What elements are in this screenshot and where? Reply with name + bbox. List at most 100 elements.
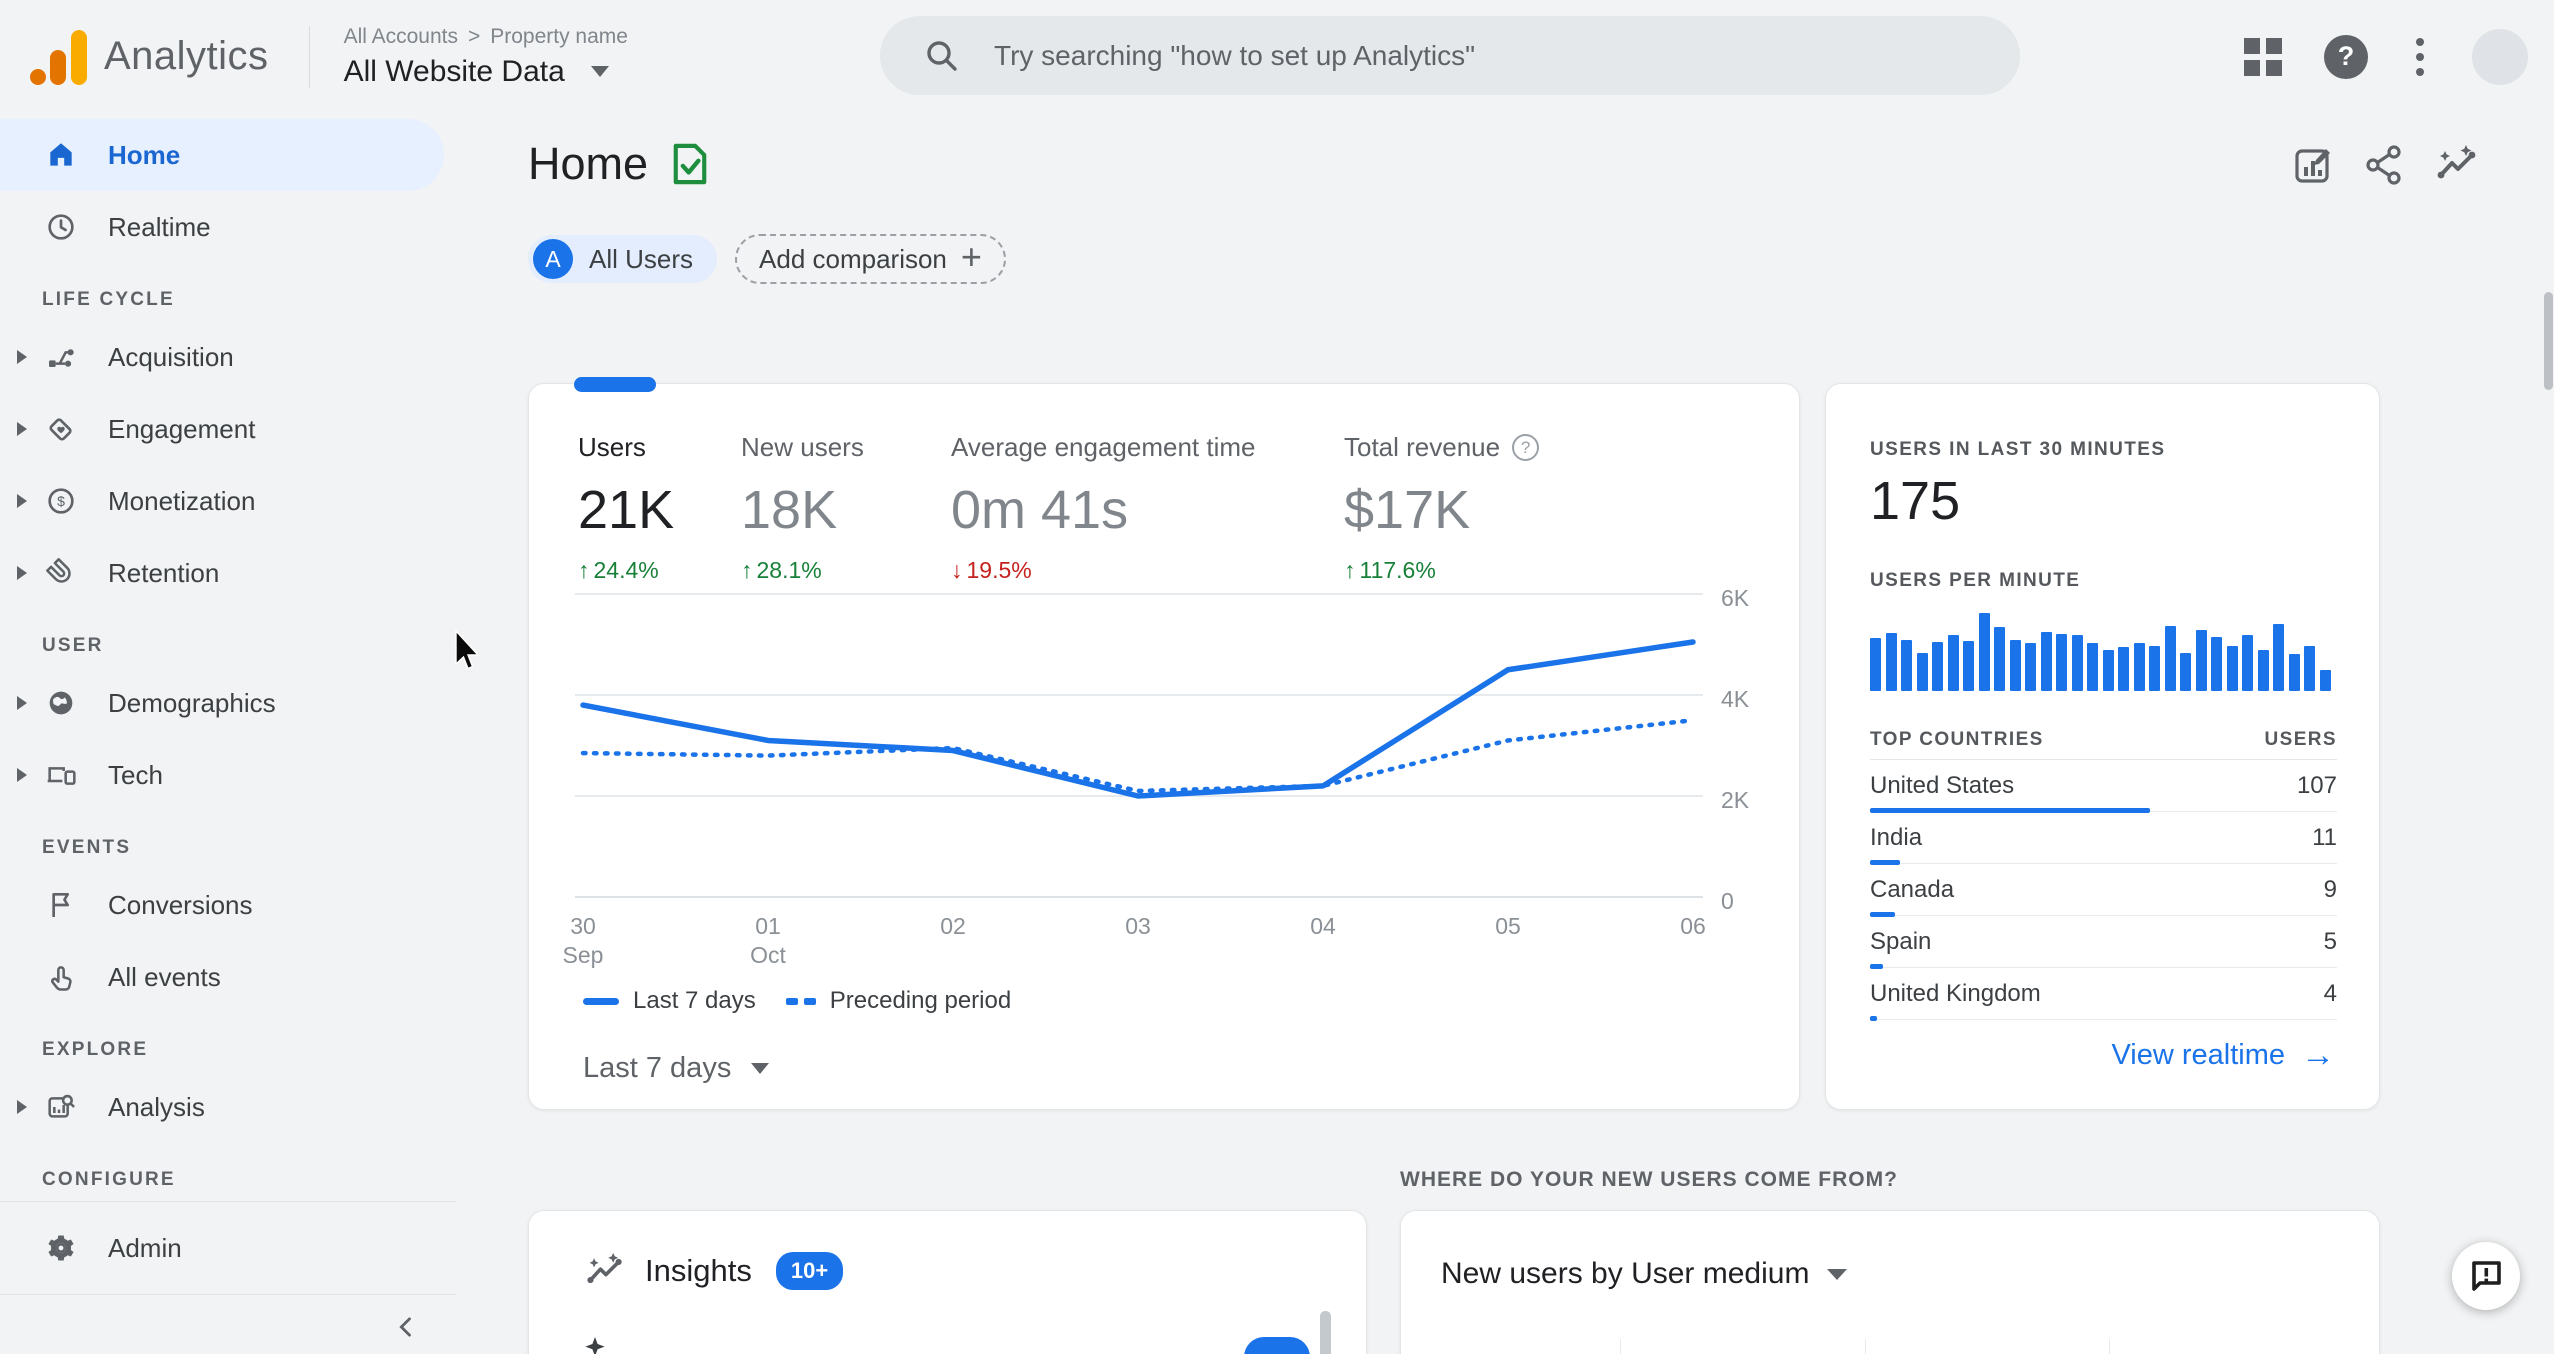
svg-text:06: 06: [1680, 913, 1706, 939]
more-options-icon[interactable]: [2410, 32, 2430, 82]
collapse-sidebar-icon[interactable]: [392, 1313, 456, 1346]
account-avatar[interactable]: [2472, 28, 2528, 85]
metric-delta: ↑ 28.1%: [741, 557, 822, 583]
minute-bar: [2242, 635, 2253, 691]
expand-caret-icon[interactable]: [0, 1100, 44, 1114]
metric-tab-users[interactable]: Users 21K ↑ 24.4%: [578, 432, 674, 584]
expand-caret-icon[interactable]: [0, 350, 44, 364]
svg-text:02: 02: [940, 913, 966, 939]
sidebar-item-label: Retention: [108, 557, 220, 588]
new-users-card-title: New users by User medium: [1441, 1257, 1810, 1290]
breadcrumb[interactable]: All Accounts > Property name: [344, 25, 628, 49]
search-input[interactable]: Try searching "how to set up Analytics": [880, 16, 2020, 95]
insights-header[interactable]: Insights 10+: [585, 1251, 844, 1291]
sidebar-nav: Home Realtime LIFE CYCLE Acquisition Engagem…: [0, 113, 456, 1354]
date-range-selector[interactable]: Last 7 days: [583, 1052, 770, 1085]
sidebar-item-tech[interactable]: Tech: [0, 739, 456, 811]
minute-bar: [1885, 633, 1897, 691]
breadcrumb-property[interactable]: Property name: [490, 25, 628, 49]
insight-action-button[interactable]: [1244, 1337, 1310, 1354]
home-icon: [44, 138, 78, 172]
expand-caret-icon[interactable]: [0, 696, 44, 710]
metric-label: New users: [741, 432, 864, 462]
minute-bar: [2226, 646, 2238, 691]
help-icon[interactable]: ?: [1512, 434, 1540, 461]
svg-text:6K: 6K: [1721, 585, 1750, 611]
apps-grid-icon[interactable]: [2244, 37, 2282, 76]
add-comparison-label: Add comparison: [759, 243, 947, 274]
sidebar-item-label: Acquisition: [108, 341, 234, 372]
insights-scrollbar[interactable]: [1320, 1311, 1331, 1354]
sidebar-item-analysis[interactable]: Analysis: [0, 1071, 456, 1143]
page-title-text: Home: [528, 138, 649, 189]
country-name: India: [1870, 823, 1923, 851]
sidebar-item-engagement[interactable]: Engagement: [0, 393, 456, 465]
minute-bar: [1978, 613, 1990, 691]
expand-caret-icon[interactable]: [0, 422, 44, 436]
solid-line-swatch: [583, 997, 619, 1005]
country-users: 9: [2323, 875, 2337, 903]
comparison-avatar: A: [533, 239, 573, 279]
analytics-logo[interactable]: Analytics: [26, 25, 269, 89]
flag-icon: [44, 888, 78, 922]
sidebar-item-conversions[interactable]: Conversions: [0, 869, 456, 941]
arrow-up-icon: ↑: [741, 557, 753, 583]
all-users-chip[interactable]: A All Users: [528, 235, 718, 283]
users-header: USERS: [2264, 729, 2337, 750]
svg-text:Oct: Oct: [750, 942, 786, 968]
country-users: 5: [2323, 927, 2337, 955]
minute-bar: [2102, 650, 2114, 691]
share-icon[interactable]: [2362, 142, 2408, 188]
minute-bar: [2149, 646, 2160, 691]
sidebar-item-realtime[interactable]: Realtime: [0, 191, 456, 263]
page-scrollbar[interactable]: [2544, 292, 2553, 390]
comparison-bar: A All Users Add comparison +: [528, 234, 1006, 284]
gear-icon: [44, 1231, 78, 1265]
minute-bar: [2071, 635, 2083, 691]
metric-tab-new-users[interactable]: New users 18K ↑ 28.1%: [741, 432, 864, 584]
view-realtime-link[interactable]: View realtime →: [2111, 1036, 2335, 1075]
svg-text:03: 03: [1125, 913, 1151, 939]
sidebar-item-acquisition[interactable]: Acquisition: [0, 321, 456, 393]
minute-bar: [2211, 637, 2222, 691]
help-icon[interactable]: ?: [2324, 34, 2368, 79]
new-users-dimension-selector[interactable]: New users by User medium: [1441, 1257, 1848, 1291]
doc-check-icon: [673, 143, 707, 185]
expand-caret-icon[interactable]: [0, 494, 44, 508]
globe-icon: [44, 686, 78, 720]
sidebar-item-monetization[interactable]: $ Monetization: [0, 465, 456, 537]
insights-icon[interactable]: [2434, 142, 2480, 188]
customize-report-icon[interactable]: [2290, 142, 2336, 188]
property-selector[interactable]: All Website Data: [344, 55, 628, 89]
sidebar-item-demographics[interactable]: Demographics: [0, 667, 456, 739]
sidebar-item-label: Realtime: [108, 211, 211, 242]
analysis-icon: [44, 1090, 78, 1124]
metric-value: $17K: [1344, 480, 1471, 540]
breadcrumb-accounts[interactable]: All Accounts: [344, 25, 458, 49]
expand-caret-icon[interactable]: [0, 768, 44, 782]
feedback-button[interactable]: [2452, 1242, 2520, 1310]
sidebar-item-retention[interactable]: Retention: [0, 537, 456, 609]
svg-text:4K: 4K: [1721, 686, 1750, 712]
country-row: United Kingdom 4: [1870, 968, 2337, 1021]
country-row: United States 107: [1870, 760, 2337, 813]
sidebar-item-all-events[interactable]: All events: [0, 941, 456, 1013]
expand-caret-icon[interactable]: [0, 566, 44, 580]
insights-sparkline-icon: [587, 1252, 622, 1284]
sidebar-item-label: Tech: [108, 759, 163, 790]
sidebar-item-home[interactable]: Home: [0, 119, 444, 191]
metric-delta: ↓ 19.5%: [951, 557, 1032, 583]
chart-gridline: [1620, 1339, 1621, 1354]
country-users: 4: [2323, 979, 2337, 1007]
legend-label: Last 7 days: [633, 987, 756, 1014]
chart-gridline: [1865, 1339, 1866, 1354]
metric-tab-total-revenue[interactable]: Total revenue? $17K ↑ 117.6%: [1344, 432, 1540, 584]
retention-icon: [44, 556, 78, 590]
property-selector-label: All Website Data: [343, 54, 565, 88]
add-comparison-button[interactable]: Add comparison +: [735, 234, 1006, 284]
sidebar-item-admin[interactable]: Admin: [0, 1212, 456, 1284]
minute-bar: [2087, 643, 2098, 691]
acquisition-icon: [44, 340, 78, 374]
sidebar-item-label: Engagement: [108, 413, 256, 444]
metric-tab-average-engagement-time[interactable]: Average engagement time 0m 41s ↓ 19.5%: [951, 432, 1256, 584]
